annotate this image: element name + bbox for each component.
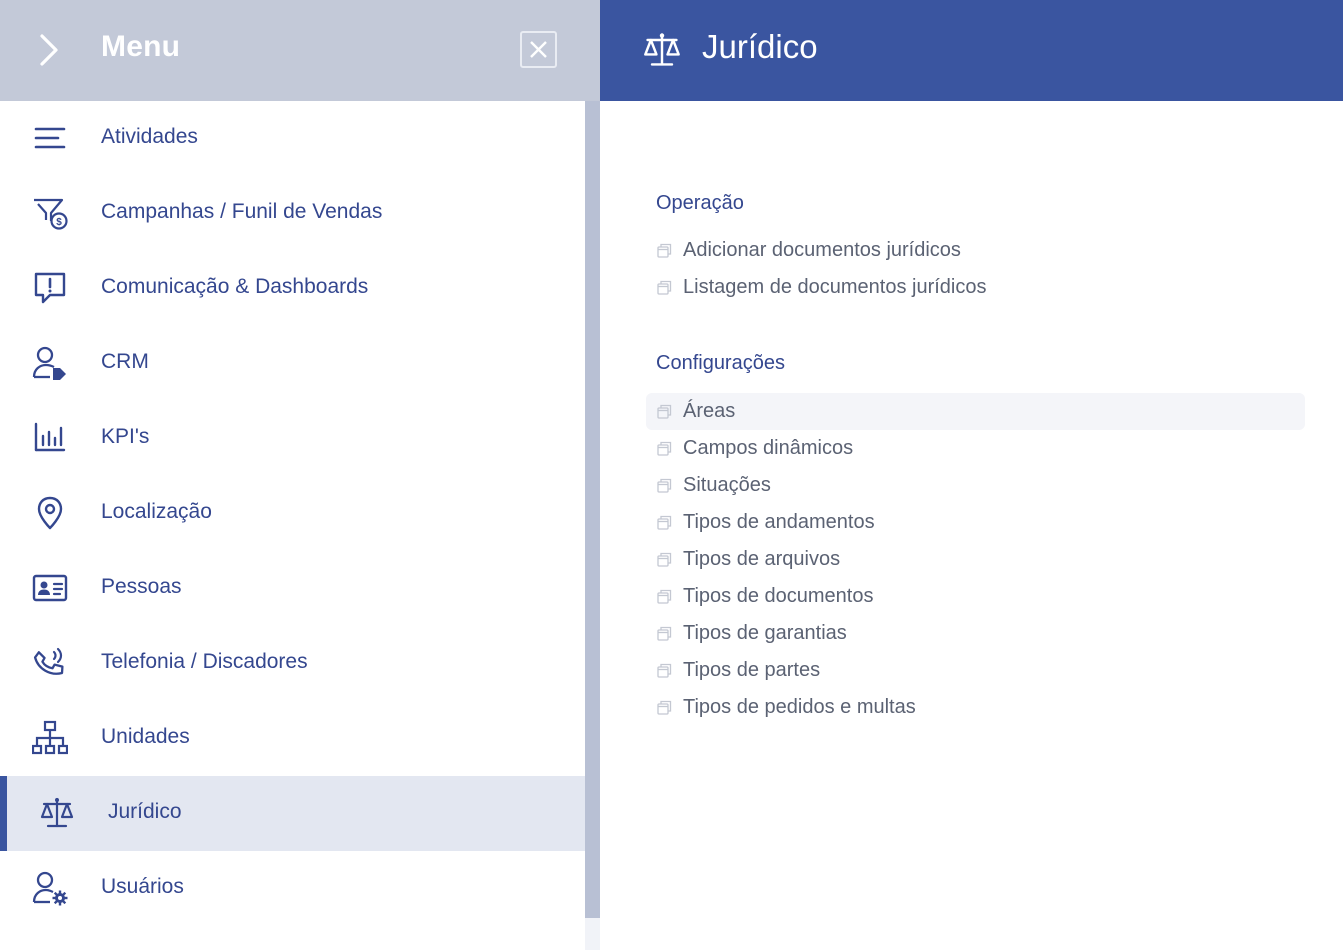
close-icon [530,41,547,58]
user-gear-icon [32,871,68,906]
menu-item-label: Unidades [101,725,190,748]
window-icon [657,626,672,641]
menu-item-label: Atividades [101,125,198,148]
link-label: Tipos de andamentos [683,511,875,533]
alert-message-icon [34,272,66,304]
link-label: Áreas [683,400,736,422]
phone-ringing-icon [33,647,64,675]
link-tipos-andamentos[interactable]: Tipos de andamentos [646,504,1305,541]
menu-item-label: Comunicação & Dashboards [101,275,369,298]
menu-item-crm[interactable]: CRM [0,326,585,401]
menu-item-pessoas[interactable]: Pessoas [0,551,585,626]
bar-chart-icon [34,422,66,452]
chevron-right-icon[interactable] [32,30,68,70]
list-icon [34,127,66,149]
svg-text:$: $ [56,217,62,228]
menu-item-atividades[interactable]: Atividades [0,101,585,176]
link-label: Tipos de garantias [683,622,847,644]
window-icon [657,663,672,678]
menu-item-usuarios[interactable]: Usuários [0,851,585,926]
link-label: Campos dinâmicos [683,437,854,459]
panel-header: Jurídico [600,0,1343,101]
menu-item-campanhas[interactable]: $ Campanhas / Funil de Vendas [0,176,585,251]
window-icon [657,478,672,493]
link-label: Situações [683,474,771,496]
menu-item-unidades[interactable]: Unidades [0,701,585,776]
link-tipos-arquivos[interactable]: Tipos de arquivos [646,541,1305,578]
link-adicionar-documentos[interactable]: Adicionar documentos jurídicos [646,232,1305,269]
section-title-configuracoes: Configurações [656,352,785,374]
link-label: Tipos de documentos [683,585,874,607]
menu-item-label: Pessoas [101,575,182,598]
scrollbar-thumb[interactable] [585,101,600,918]
funnel-dollar-icon: $ [34,198,68,230]
user-tag-icon [32,346,66,380]
menu-item-comunicacao[interactable]: Comunicação & Dashboards [0,251,585,326]
close-button[interactable] [520,31,557,68]
link-situacoes[interactable]: Situações [646,467,1305,504]
menu-item-telefonia[interactable]: Telefonia / Discadores [0,626,585,701]
menu-item-localizacao[interactable]: Localização [0,476,585,551]
window-icon [657,552,672,567]
scales-icon [40,797,74,828]
menu-header: Menu [0,0,600,101]
link-campos-dinamicos[interactable]: Campos dinâmicos [646,430,1305,467]
menu-item-label: Usuários [101,875,184,898]
link-areas[interactable]: Áreas [646,393,1305,430]
window-icon [657,515,672,530]
link-tipos-documentos[interactable]: Tipos de documentos [646,578,1305,615]
menu-item-label: KPI's [101,425,150,448]
window-icon [657,700,672,715]
link-label: Tipos de arquivos [683,548,841,570]
page-title: Jurídico [702,28,818,65]
link-listagem-documentos[interactable]: Listagem de documentos jurídicos [646,269,1305,306]
menu-item-label: Telefonia / Discadores [101,650,308,673]
menu-item-juridico[interactable]: Jurídico [0,776,585,851]
content-panel: Jurídico Operação Adicionar documentos j… [600,0,1343,950]
menu-item-label: Jurídico [108,800,182,823]
window-icon [657,441,672,456]
id-card-icon [32,574,68,602]
window-icon [657,280,672,295]
menu-item-label: Campanhas / Funil de Vendas [101,200,383,223]
side-menu: Menu Atividades $ Campanhas / Funil de V… [0,0,600,950]
menu-scrollbar[interactable] [585,101,600,950]
menu-title: Menu [101,30,181,63]
window-icon [657,243,672,258]
menu-item-kpis[interactable]: KPI's [0,401,585,476]
link-label: Tipos de pedidos e multas [683,696,916,718]
menu-item-label: Localização [101,500,212,523]
link-label: Tipos de partes [683,659,821,681]
window-icon [657,589,672,604]
window-icon [657,404,672,419]
link-tipos-pedidos-multas[interactable]: Tipos de pedidos e multas [646,689,1305,726]
section-title-operacao: Operação [656,192,744,214]
menu-list: Atividades $ Campanhas / Funil de Vendas… [0,101,585,950]
map-pin-icon [37,496,63,530]
app-window: Menu Atividades $ Campanhas / Funil de V… [0,0,1343,950]
org-chart-icon [32,720,68,755]
scales-icon [644,33,680,66]
link-tipos-partes[interactable]: Tipos de partes [646,652,1305,689]
link-label: Listagem de documentos jurídicos [683,276,987,298]
link-tipos-garantias[interactable]: Tipos de garantias [646,615,1305,652]
menu-item-label: CRM [101,350,149,373]
link-label: Adicionar documentos jurídicos [683,239,961,261]
